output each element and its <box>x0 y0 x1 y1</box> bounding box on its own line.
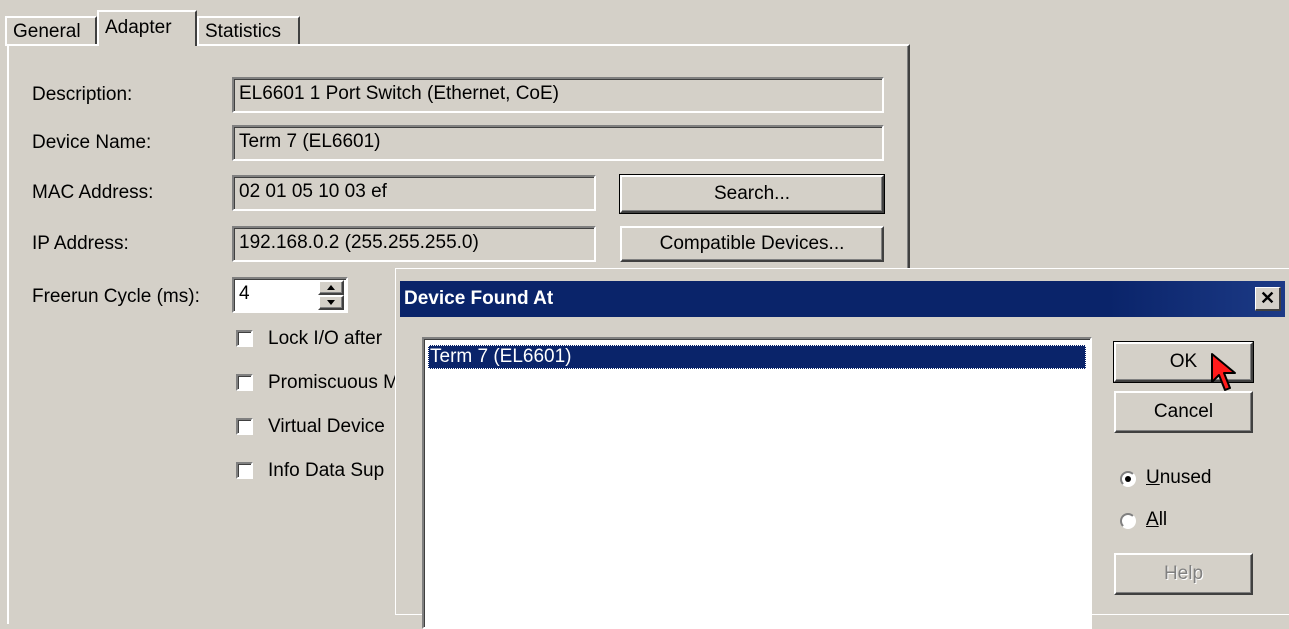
dialog-titlebar[interactable]: Device Found At ✕ <box>400 281 1285 317</box>
radio-all-accel: A <box>1146 509 1159 530</box>
radio-selected-dot <box>1125 476 1131 482</box>
tab-general[interactable]: General <box>5 16 97 46</box>
device-list[interactable]: Term 7 (EL6601) <box>422 337 1092 629</box>
cancel-button-label: Cancel <box>1153 401 1214 422</box>
compatible-devices-button[interactable]: Compatible Devices... <box>620 226 884 262</box>
radio-all-rest: ll <box>1158 509 1168 530</box>
info-data-support-checkbox[interactable] <box>236 462 253 479</box>
mac-address-label: MAC Address: <box>32 182 154 203</box>
radio-all[interactable] <box>1120 513 1136 529</box>
radio-unused-label: Unused <box>1146 467 1212 489</box>
dialog-title: Device Found At <box>404 288 554 309</box>
search-button-label: Search... <box>713 183 791 204</box>
device-found-dialog: Device Found At ✕ Term 7 (EL6601) OK Can… <box>395 268 1289 629</box>
radio-unused-rest: nused <box>1159 467 1212 488</box>
tab-adapter[interactable]: Adapter <box>97 10 197 46</box>
device-name-field[interactable]: Term 7 (EL6601) <box>232 125 884 161</box>
tab-statistics-label: Statistics <box>205 21 282 42</box>
list-item[interactable]: Term 7 (EL6601) <box>428 345 1086 369</box>
radio-unused[interactable] <box>1120 471 1136 487</box>
tab-adapter-label: Adapter <box>105 17 172 38</box>
promiscuous-mode-label: Promiscuous M <box>268 372 399 393</box>
promiscuous-mode-checkbox[interactable] <box>236 374 253 391</box>
description-label: Description: <box>32 84 133 105</box>
help-button[interactable]: Help <box>1114 553 1253 595</box>
ip-address-field[interactable]: 192.168.0.2 (255.255.255.0) <box>232 226 596 262</box>
help-button-label: Help <box>1163 563 1204 584</box>
search-button[interactable]: Search... <box>619 174 885 214</box>
device-name-label: Device Name: <box>32 132 152 153</box>
spin-down-icon <box>327 300 335 305</box>
radio-unused-accel: U <box>1146 467 1160 488</box>
close-button[interactable]: ✕ <box>1255 287 1281 311</box>
radio-all-label: All <box>1146 509 1167 531</box>
spin-up-icon <box>327 285 335 290</box>
spin-down-button[interactable] <box>318 295 344 310</box>
mac-address-field[interactable]: 02 01 05 10 03 ef <box>232 175 596 211</box>
lock-io-label: Lock I/O after <box>268 328 383 349</box>
virtual-device-checkbox[interactable] <box>236 418 253 435</box>
ok-button-label: OK <box>1169 351 1198 372</box>
ip-address-label: IP Address: <box>32 233 129 254</box>
close-icon: ✕ <box>1259 288 1276 308</box>
tab-statistics[interactable]: Statistics <box>197 16 300 46</box>
virtual-device-label: Virtual Device <box>268 416 385 437</box>
info-data-support-label: Info Data Sup <box>268 460 385 481</box>
tab-general-label: General <box>13 21 81 42</box>
compatible-devices-button-label: Compatible Devices... <box>659 233 845 254</box>
spin-up-button[interactable] <box>318 280 344 295</box>
freerun-cycle-label: Freerun Cycle (ms): <box>32 286 200 307</box>
freerun-cycle-value: 4 <box>239 283 250 304</box>
mouse-cursor-icon <box>1211 353 1236 391</box>
description-field[interactable]: EL6601 1 Port Switch (Ethernet, CoE) <box>232 77 884 113</box>
lock-io-checkbox[interactable] <box>236 330 253 347</box>
